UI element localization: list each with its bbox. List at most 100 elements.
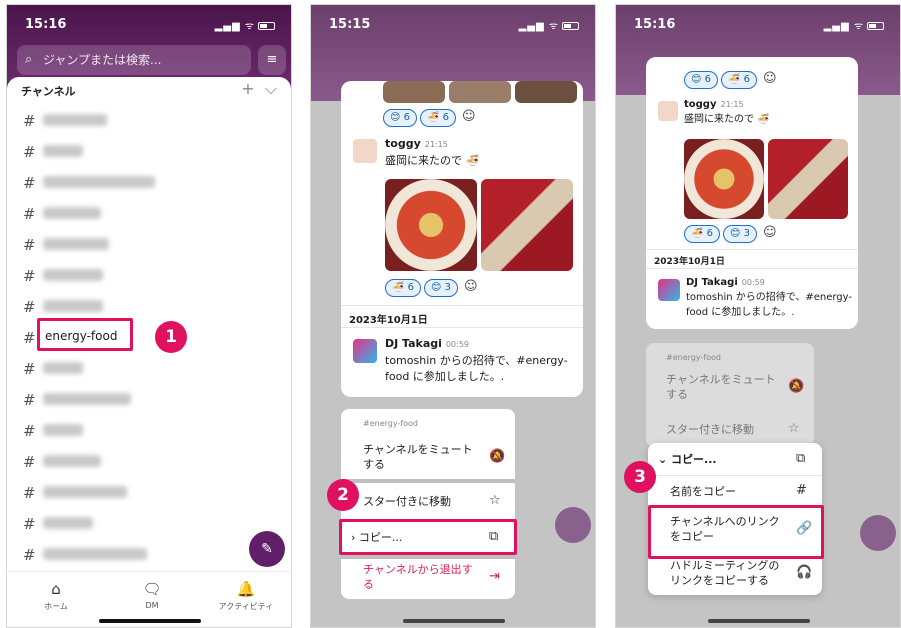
status-time: 15:15 xyxy=(329,17,371,32)
battery-icon xyxy=(867,22,884,30)
food-photo-menu[interactable] xyxy=(768,139,848,219)
search-icon: ⌕ xyxy=(25,52,33,67)
signal-wifi-icon: ▂▄▆ ᯤ xyxy=(823,21,864,32)
add-reaction-icon[interactable]: ☺ xyxy=(464,279,478,294)
submenu-header-copy[interactable]: ⌄ コピー... xyxy=(658,453,717,468)
signal-wifi-icon: ▂▄▆ ᯤ xyxy=(214,21,255,32)
menu-item-copy-huddle[interactable]: ハドルミーティングのリンクをコピーする xyxy=(670,559,788,589)
avatar[interactable] xyxy=(658,279,680,301)
add-reaction-icon[interactable]: ☺ xyxy=(462,109,476,124)
signal-wifi-icon: ▂▄▆ ᯤ xyxy=(518,21,559,32)
food-photo-reimen[interactable] xyxy=(385,179,477,271)
filter-icon[interactable]: ≡ xyxy=(258,45,286,75)
date-divider: 2023年10月1日 xyxy=(654,257,725,267)
status-time: 15:16 xyxy=(634,17,676,32)
reaction[interactable]: 🍜 6 xyxy=(684,225,720,243)
tab-bar: ⌂ ホーム 🗨 DM 🔔 アクティビティ xyxy=(7,571,291,627)
home-indicator xyxy=(99,619,201,623)
reaction[interactable]: 😊 3 xyxy=(723,225,757,243)
tab-dm[interactable]: 🗨 DM xyxy=(117,580,187,610)
reaction[interactable]: 😊 3 xyxy=(424,279,458,297)
author-name[interactable]: DJ Takagi 00:59 xyxy=(385,337,469,350)
reaction[interactable]: 🍜 6 xyxy=(419,109,456,127)
section-title[interactable]: チャンネル xyxy=(21,83,76,99)
channel-row[interactable]: # xyxy=(7,167,291,197)
add-reaction-icon[interactable]: ☺ xyxy=(763,225,777,240)
highlight-box xyxy=(648,505,824,559)
food-photo xyxy=(515,81,577,103)
tab-activity[interactable]: 🔔 アクティビティ xyxy=(211,580,281,612)
channel-row[interactable]: # xyxy=(7,353,291,383)
mute-icon: 🔕 xyxy=(788,379,805,394)
food-photo xyxy=(383,81,445,103)
channel-row[interactable]: # xyxy=(7,415,291,445)
channel-context-menu-dimmed: #energy-food チャンネルをミュートする 🔕 スター付きに移動 ☆ xyxy=(646,343,814,447)
menu-item-star[interactable]: スター付きに移動 xyxy=(363,495,451,510)
status-icons: ▂▄▆ ᯤ xyxy=(215,18,275,32)
search-input[interactable]: ⌕ ジャンプまたは検索... xyxy=(17,45,251,75)
author-name[interactable]: toggy 21:15 xyxy=(385,137,448,150)
home-icon: ⌂ xyxy=(51,580,61,598)
menu-item-mute: チャンネルをミュートする xyxy=(666,373,776,401)
channel-row[interactable]: # xyxy=(7,446,291,476)
channel-row[interactable]: # xyxy=(7,508,291,538)
reaction[interactable]: 😊 6 xyxy=(383,109,417,127)
highlight-box xyxy=(37,318,133,351)
food-photo xyxy=(449,81,511,103)
menu-item-copy-name[interactable]: 名前をコピー xyxy=(670,485,736,500)
mute-icon: 🔕 xyxy=(489,449,506,464)
menu-channel-name: #energy-food xyxy=(363,419,419,428)
food-photo-menu[interactable] xyxy=(481,179,573,271)
channel-row[interactable]: # xyxy=(7,477,291,507)
reaction[interactable]: 🍜 6 xyxy=(720,71,757,89)
screen-channel-list: 15:16 ▂▄▆ ᯤ ⌕ ジャンプまたは検索... ≡ チャンネル + ⌵ # … xyxy=(6,4,292,628)
channel-row[interactable]: # xyxy=(7,260,291,290)
leave-icon: ⇥ xyxy=(489,569,500,584)
copy-icon: ⧉ xyxy=(796,451,806,466)
add-reaction-icon[interactable]: ☺ xyxy=(763,71,777,86)
compose-button[interactable]: ✎ xyxy=(249,531,285,567)
avatar[interactable] xyxy=(353,339,377,363)
menu-item-star: スター付きに移動 xyxy=(666,423,754,436)
channel-row[interactable]: # xyxy=(7,136,291,166)
avatar[interactable] xyxy=(353,139,377,163)
status-time: 15:16 xyxy=(25,17,67,32)
message-text: tomoshin からの招待で、#energy-food に参加しました。. xyxy=(686,292,852,318)
menu-item-leave[interactable]: チャンネルから退出する xyxy=(363,563,473,593)
compose-button xyxy=(860,515,896,551)
screen-channel-menu: 15:15 ▂▄▆ ᯤ 😊 6 🍜 6 ☺ toggy 21:15 盛岡に来たので 🍜… xyxy=(310,4,596,628)
author-name[interactable]: toggy 21:15 xyxy=(684,99,744,110)
channel-row[interactable]: # xyxy=(7,229,291,259)
channel-row[interactable]: # xyxy=(7,198,291,228)
battery-icon xyxy=(562,22,579,30)
reactions: 😊 6 🍜 6 ☺ xyxy=(383,109,476,127)
channel-row[interactable]: # xyxy=(7,291,291,321)
dm-icon: 🗨 xyxy=(142,580,162,598)
channel-row[interactable]: # xyxy=(7,105,291,135)
tab-home[interactable]: ⌂ ホーム xyxy=(21,580,91,612)
home-indicator xyxy=(708,619,810,623)
battery-icon xyxy=(258,22,275,30)
channel-row[interactable]: # xyxy=(7,539,291,569)
status-icons: ▂▄▆ ᯤ xyxy=(824,18,884,32)
food-photo-reimen[interactable] xyxy=(684,139,764,219)
bell-icon: 🔔 xyxy=(236,580,256,598)
add-collapse-icon[interactable]: + ⌵ xyxy=(241,79,277,99)
step-badge: 1 xyxy=(155,321,187,353)
channel-row[interactable]: # xyxy=(7,384,291,414)
step-badge: 2 xyxy=(327,479,359,511)
compose-button xyxy=(555,507,591,543)
avatar[interactable] xyxy=(658,101,678,121)
reactions: 😊 6 🍜 6 ☺ xyxy=(684,71,777,89)
reaction[interactable]: 😊 6 xyxy=(684,71,718,89)
screen-copy-submenu: 15:16 ▂▄▆ ᯤ 😊 6 🍜 6 ☺ toggy 21:15 盛岡に来たので 🍜… xyxy=(615,4,901,628)
hash-icon: # xyxy=(796,483,807,498)
search-placeholder: ジャンプまたは検索... xyxy=(43,53,162,67)
reaction[interactable]: 🍜 6 xyxy=(385,279,421,297)
menu-channel-name: #energy-food xyxy=(666,353,722,362)
star-icon: ☆ xyxy=(489,493,501,508)
menu-item-mute[interactable]: チャンネルをミュートする xyxy=(363,443,481,473)
home-indicator xyxy=(403,619,505,623)
author-name[interactable]: DJ Takagi 00:59 xyxy=(686,277,765,288)
message-text: 盛岡に来たので 🍜 xyxy=(684,114,770,125)
